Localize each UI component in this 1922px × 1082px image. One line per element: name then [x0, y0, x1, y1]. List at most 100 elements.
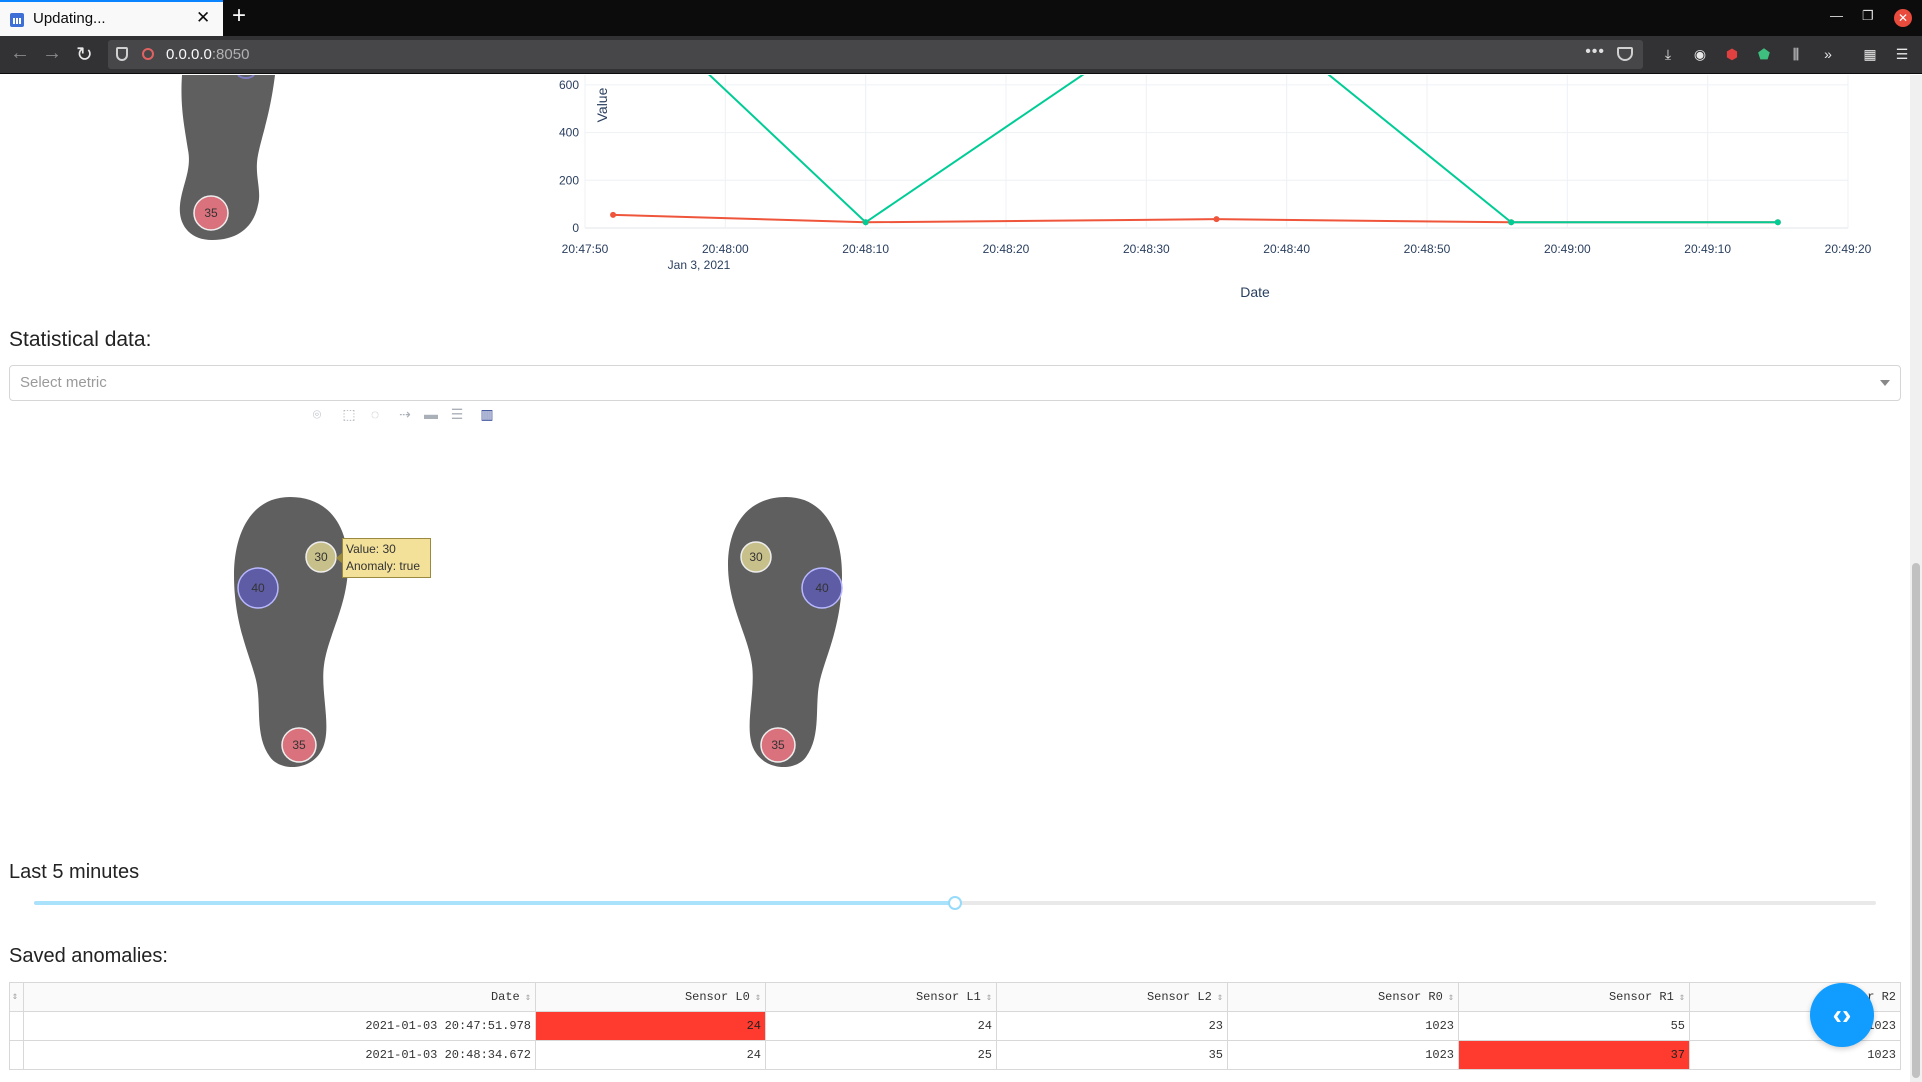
sort-icon[interactable]: ⇕: [12, 991, 18, 1003]
column-label: Sensor R0: [1377, 990, 1443, 1004]
extensions-icon[interactable]: ▦: [1862, 46, 1878, 62]
y-tick-label: 400: [559, 126, 579, 140]
metric-select[interactable]: Select metric: [9, 365, 1901, 401]
minimize-icon[interactable]: —: [1830, 8, 1843, 23]
series-line-1: [708, 75, 1778, 224]
statistical-heading: Statistical data:: [9, 328, 152, 351]
library-icon[interactable]: ⫼: [1788, 46, 1804, 62]
y-axis-title: Value: [594, 87, 610, 122]
left-foot-sole: [234, 497, 348, 768]
x-tick-label: 20:47:50: [562, 242, 609, 256]
column-header-sensor-r1[interactable]: Sensor R1 ⇕: [1458, 982, 1690, 1012]
hamburger-menu-icon[interactable]: ☰: [1894, 46, 1910, 62]
ublock-icon[interactable]: ⬢: [1724, 46, 1740, 62]
pocket-icon[interactable]: [1617, 47, 1633, 61]
table-row[interactable]: 2021-01-03 20:48:34.672 24 25 35 1023 37…: [9, 1040, 1901, 1070]
dropdown-arrow-icon[interactable]: [1880, 380, 1890, 386]
sort-icon[interactable]: ⇕: [1448, 993, 1454, 1004]
x-tick-label: 20:48:00: [702, 242, 749, 256]
time-slider-handle[interactable]: [948, 896, 962, 910]
x-tick-label: 20:48:50: [1404, 242, 1451, 256]
dash-debug-button[interactable]: ‹›: [1810, 983, 1874, 1047]
chart-favicon-icon: [10, 13, 24, 27]
sort-icon[interactable]: ⇕: [1217, 993, 1223, 1004]
chart-gridlines: [584, 75, 1849, 229]
column-header-sensor-l1[interactable]: Sensor L1 ⇕: [765, 982, 997, 1012]
sort-icon[interactable]: ⇕: [1679, 993, 1685, 1004]
restore-icon[interactable]: ❐: [1862, 8, 1874, 24]
table-cell: 1023: [1227, 1040, 1459, 1070]
tracking-shield-icon[interactable]: [116, 47, 128, 61]
spike-lines-icon[interactable]: ⇢: [396, 405, 414, 423]
browser-tab[interactable]: Updating... ✕: [0, 0, 223, 36]
anomalies-table: ⇕ Date ⇕ Sensor L0 ⇕ Sensor L1 ⇕ Sensor …: [9, 982, 1901, 1070]
column-header-date[interactable]: Date ⇕: [23, 982, 536, 1012]
sensor-tooltip: Value: 30 Anomaly: true: [336, 538, 431, 578]
hover-compare-icon[interactable]: ☰: [448, 405, 466, 423]
left-foot-sensor-0-value: 30: [314, 550, 328, 564]
left-foot-sensor-2-value: 35: [292, 738, 306, 752]
series-point: [862, 219, 869, 226]
table-cell-anomaly: 37: [1458, 1040, 1690, 1070]
time-slider-track: [34, 901, 955, 905]
table-cell: 35: [996, 1040, 1228, 1070]
right-foot-sensor-1-value: 40: [815, 581, 829, 595]
row-select-header[interactable]: ⇕: [9, 982, 24, 1012]
overflow-menu-icon[interactable]: »: [1820, 46, 1836, 62]
sort-icon[interactable]: ⇕: [755, 993, 761, 1004]
plotly-logo-icon[interactable]: ▥: [478, 405, 496, 423]
x-axis-ticks: 20:47:50 20:48:00 20:48:10 20:48:20 20:48:30…: [562, 242, 1872, 256]
url-bar[interactable]: 0.0.0.0:8050 •••: [108, 40, 1643, 69]
tooltip-anomaly: Anomaly: true: [346, 559, 421, 573]
code-brackets-icon: ‹›: [1832, 999, 1852, 1030]
back-icon[interactable]: ←: [10, 42, 30, 65]
lasso-select-icon[interactable]: ◌: [366, 405, 384, 423]
privacy-extension-icon[interactable]: ⬟: [1756, 46, 1772, 62]
forward-icon[interactable]: →: [42, 42, 62, 65]
box-select-icon[interactable]: ⬚: [340, 405, 358, 423]
column-label: Sensor L0: [684, 990, 750, 1004]
x-tick-label: 20:48:10: [842, 242, 889, 256]
reload-icon[interactable]: ↻: [76, 42, 93, 67]
table-cell: 23: [996, 1011, 1228, 1041]
extension-icon[interactable]: ◉: [1692, 46, 1708, 62]
column-label: Sensor L1: [915, 990, 981, 1004]
table-header-row: ⇕ Date ⇕ Sensor L0 ⇕ Sensor L1 ⇕ Sensor …: [9, 982, 1901, 1012]
table-cell: 24: [535, 1040, 766, 1070]
sort-icon[interactable]: ⇕: [986, 993, 992, 1004]
table-row[interactable]: 2021-01-03 20:47:51.978 24 24 23 1023 55…: [9, 1011, 1901, 1041]
new-tab-button[interactable]: +: [232, 2, 246, 30]
x-tick-label: 20:48:30: [1123, 242, 1170, 256]
tab-title: Updating...: [33, 10, 106, 27]
right-foot-sole: [728, 497, 842, 768]
y-tick-label: 200: [559, 173, 579, 187]
column-label: Date: [490, 990, 520, 1004]
table-cell: 1023: [1689, 1040, 1901, 1070]
column-header-sensor-l0[interactable]: Sensor L0 ⇕: [535, 982, 766, 1012]
column-header-sensor-l2[interactable]: Sensor L2 ⇕: [996, 982, 1228, 1012]
download-icon[interactable]: ⤓: [1660, 46, 1676, 62]
sort-icon[interactable]: ⇕: [525, 993, 531, 1004]
metric-select-placeholder: Select metric: [20, 374, 107, 391]
table-cell: 55: [1458, 1011, 1690, 1041]
page-actions-icon[interactable]: •••: [1585, 43, 1605, 61]
x-tick-label: 20:49:00: [1544, 242, 1591, 256]
browser-nav-bar: ← → ↻ 0.0.0.0:8050 ••• ⤓ ◉ ⬢ ⬟ ⫼ » ▦ ☰: [0, 36, 1922, 74]
left-foot-sensor-1-value: 40: [251, 581, 265, 595]
y-tick-label: 0: [572, 221, 579, 235]
page-scrollbar-thumb[interactable]: [1912, 563, 1920, 1078]
table-cell: [9, 1011, 24, 1041]
table-cell: 24: [765, 1011, 997, 1041]
camera-icon[interactable]: ⌾: [308, 405, 326, 423]
series-point: [1213, 216, 1220, 223]
hover-closest-icon[interactable]: ▬: [422, 405, 440, 423]
window-close-icon[interactable]: ✕: [1894, 9, 1912, 27]
right-foot-sensor-2-value: 35: [771, 738, 785, 752]
insecure-lock-icon[interactable]: [142, 48, 154, 60]
tab-close-icon[interactable]: ✕: [196, 8, 210, 28]
top-foot-sensor-value: 35: [204, 206, 218, 220]
column-header-sensor-r0[interactable]: Sensor R0 ⇕: [1227, 982, 1459, 1012]
time-window-label: Last 5 minutes: [9, 861, 140, 883]
series-point: [610, 211, 617, 218]
url-text: 0.0.0.0:8050: [166, 46, 249, 63]
